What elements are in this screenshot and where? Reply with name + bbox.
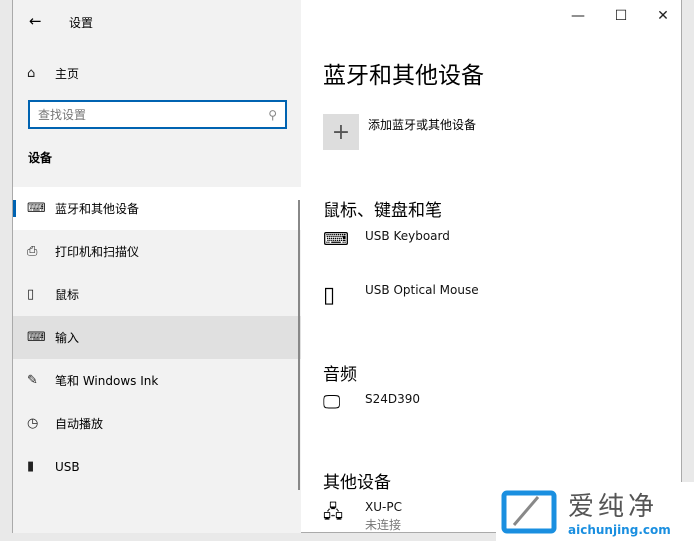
sidebar-item-pen[interactable]: ✎ 笔和 Windows Ink (13, 359, 301, 402)
mouse-icon: ▯ (323, 283, 336, 308)
autoplay-icon: ◷ (27, 416, 39, 431)
page-title: 蓝牙和其他设备 (323, 63, 484, 89)
maximize-button[interactable]: ☐ (611, 8, 631, 24)
monitor-icon: 🖵 (323, 392, 341, 413)
search-box[interactable]: ⚲ (28, 100, 287, 129)
sidebar-scrollbar[interactable] (298, 200, 300, 490)
pen-icon: ✎ (27, 373, 38, 388)
sidebar-item-mouse[interactable]: ▯ 鼠标 (13, 273, 301, 316)
sidebar-item-usb[interactable]: ▮ USB (13, 445, 301, 488)
sidebar-item-home[interactable]: ⌂ 主页 (13, 52, 301, 95)
usb-icon: ▮ (27, 459, 35, 474)
printer-icon: ⎙ (27, 244, 38, 259)
sidebar-item-autoplay[interactable]: ◷ 自动播放 (13, 402, 301, 445)
section-heading: 设备 (28, 151, 53, 165)
settings-window: ← 设置 ⌂主页 ⚲ 设备 ⌨蓝牙和其他设备 ⎙打印机和扫描仪 ▯鼠标 ⌨输入 … (12, 0, 682, 533)
window-title: 设置 (69, 16, 94, 30)
device-item[interactable]: ▯ USB Optical Mouse (323, 283, 479, 308)
device-item[interactable]: 🖵 S24D390 (323, 392, 420, 413)
section-title: 音频 (323, 365, 357, 385)
device-item[interactable]: 🖧 XU-PC 未连接 (323, 500, 402, 533)
device-item[interactable]: ⌨ USB Keyboard (323, 229, 450, 250)
plus-icon: + (331, 119, 351, 145)
add-device-button[interactable]: + (323, 114, 359, 150)
section-title: 鼠标、键盘和笔 (323, 201, 442, 221)
close-button[interactable]: ✕ (653, 8, 673, 24)
home-icon: ⌂ (27, 66, 36, 81)
mouse-icon: ▯ (27, 287, 35, 302)
sidebar-item-bluetooth[interactable]: ⌨ 蓝牙和其他设备 (13, 187, 301, 230)
search-input[interactable] (38, 107, 248, 122)
minimize-button[interactable]: — (568, 8, 588, 24)
back-button[interactable]: ← (29, 12, 42, 30)
watermark: 爱纯净 aichunjing.com (496, 482, 694, 541)
sidebar-item-printers[interactable]: ⎙ 打印机和扫描仪 (13, 230, 301, 273)
watermark-logo-icon (501, 490, 557, 533)
keyboard-icon: ⌨ (27, 330, 46, 345)
search-icon[interactable]: ⚲ (268, 108, 277, 122)
sidebar-item-input[interactable]: ⌨ 输入 (13, 316, 301, 359)
keyboard-icon: ⌨ (323, 229, 349, 250)
sidebar: ← 设置 ⌂主页 ⚲ 设备 ⌨蓝牙和其他设备 ⎙打印机和扫描仪 ▯鼠标 ⌨输入 … (13, 0, 301, 533)
bluetooth-devices-icon: ⌨ (27, 201, 46, 216)
add-device-label[interactable]: 添加蓝牙或其他设备 (368, 116, 476, 133)
section-title: 其他设备 (323, 473, 391, 493)
network-device-icon: 🖧 (323, 502, 344, 523)
